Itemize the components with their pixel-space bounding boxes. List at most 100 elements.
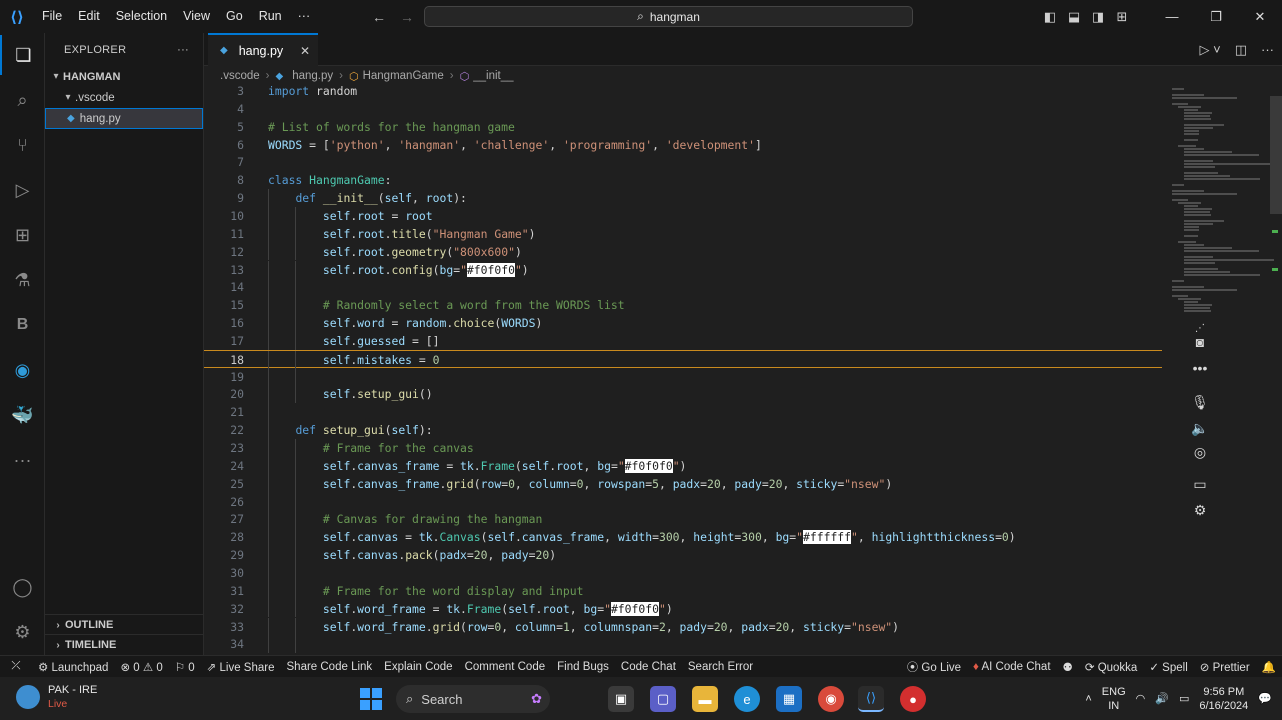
file-hang-py[interactable]: ◆ hang.py (45, 108, 203, 129)
code-line[interactable]: 15 # Randomly select a word from the WORD… (204, 296, 1162, 315)
status-extension-icon[interactable]: ⚉ (1057, 660, 1079, 674)
code-line[interactable]: 7 (204, 153, 1162, 171)
recorder-more-icon[interactable]: ••• (1186, 356, 1214, 380)
file-explorer-icon[interactable]: ▬ (692, 686, 718, 712)
code-line[interactable]: 22 def setup_gui(self): (204, 421, 1162, 439)
extensions-icon[interactable]: ⊞ (0, 215, 45, 255)
language-indicator[interactable]: ENG IN (1102, 685, 1126, 713)
code-line[interactable]: 25 self.canvas_frame.grid(row=0, column=0… (204, 474, 1162, 493)
status-problems[interactable]: ⊗ 0 ⚠ 0 (114, 660, 168, 674)
code-line[interactable]: 3 import random (204, 86, 1162, 100)
code-line[interactable]: 11 self.root.title("Hangman Game") (204, 224, 1162, 243)
close-window-icon[interactable]: ✕ (1238, 0, 1282, 33)
weather-widget[interactable]: PAK - IRE Live (16, 683, 97, 711)
outline-section[interactable]: › OUTLINE (45, 614, 204, 635)
menu-item-1[interactable]: Edit (70, 0, 108, 33)
close-tab-icon[interactable]: ✕ (300, 44, 310, 58)
editor-scrollbar[interactable] (1270, 96, 1282, 214)
toggle-panel-icon[interactable]: ⬓ (1062, 0, 1086, 33)
code-line[interactable]: 16 self.word = random.choice(WORDS) (204, 314, 1162, 332)
accounts-icon[interactable]: ◯ (0, 567, 45, 607)
edge-browser-icon[interactable]: e (734, 686, 760, 712)
microphone-icon[interactable]: 🎙 (1186, 390, 1214, 414)
minimize-icon[interactable]: — (1150, 0, 1194, 33)
code-line[interactable]: 4 (204, 100, 1162, 118)
editor-more-icon[interactable]: ··· (1261, 42, 1274, 57)
windows-start-icon[interactable] (360, 688, 382, 710)
code-line[interactable]: 34 (204, 635, 1162, 654)
code-line[interactable]: 21 (204, 403, 1162, 422)
camera-icon[interactable]: ◙ (1186, 330, 1214, 354)
code-editor[interactable]: 3 import random 4 5 # List of words for the … (204, 86, 1162, 655)
status-prettier[interactable]: ⊘ Prettier (1194, 660, 1256, 674)
menu-item-3[interactable]: View (175, 0, 218, 33)
folder-vscode[interactable]: ▾ .vscode (45, 87, 203, 108)
breadcrumb-class[interactable]: HangmanGame (363, 70, 444, 82)
menu-item-4[interactable]: Go (218, 0, 251, 33)
code-line[interactable]: 26 (204, 492, 1162, 511)
source-control-icon[interactable]: ⑂ (0, 125, 45, 165)
code-line[interactable]: 28 self.canvas = tk.Canvas(self.canvas_fr… (204, 528, 1162, 547)
forward-arrow-icon[interactable]: → (400, 9, 414, 25)
code-line[interactable]: 5 # List of words for the hangman game (204, 118, 1162, 136)
code-line[interactable]: 17 self.guessed = [] (204, 331, 1162, 350)
code-line[interactable]: 31 # Frame for the word display and input (204, 581, 1162, 600)
chat-meet-icon[interactable]: ▢ (650, 686, 676, 712)
code-line[interactable]: 13 self.root.config(bg="#f0f0f0") (204, 260, 1162, 279)
taskbar-search[interactable]: ⌕ Search ✿ (396, 685, 550, 713)
code-line[interactable]: 6 WORDS = ['python', 'hangman', 'challeng… (204, 136, 1162, 154)
split-editor-icon[interactable]: ◫ (1235, 42, 1247, 58)
testing-flask-icon[interactable]: ⚗ (0, 260, 45, 300)
run-file-icon[interactable]: ▷ ˅ (1200, 42, 1221, 58)
speaker-icon[interactable]: 🔈 (1186, 416, 1214, 440)
status-share-code-link[interactable]: Share Code Link (281, 661, 379, 673)
breadcrumb-method[interactable]: __init__ (473, 70, 513, 82)
wifi-icon[interactable]: ◠ (1136, 692, 1146, 705)
status-launchpad[interactable]: ⚙ Launchpad (32, 660, 114, 674)
customize-layout-icon[interactable]: ⊞ (1110, 0, 1134, 33)
status-code-chat[interactable]: Code Chat (615, 661, 682, 673)
code-line[interactable]: 24 self.canvas_frame = tk.Frame(self.root… (204, 456, 1162, 475)
status-find-bugs[interactable]: Find Bugs (551, 661, 615, 673)
webcam-icon[interactable]: ◎ (1186, 440, 1214, 464)
code-line[interactable]: 8 class HangmanGame: (204, 171, 1162, 189)
notification-center-icon[interactable]: 💬 (1258, 692, 1272, 705)
docker-whale-icon[interactable]: 🐳 (0, 395, 45, 435)
timeline-section[interactable]: › TIMELINE (45, 634, 204, 655)
menu-item-5[interactable]: Run (251, 0, 290, 33)
code-line[interactable]: 18 self.mistakes = 0 (204, 349, 1162, 369)
status-go-live[interactable]: ⦿ Go Live (901, 659, 967, 675)
battery-icon[interactable]: ▭ (1179, 692, 1189, 705)
more-views-icon[interactable]: ··· (0, 440, 45, 480)
toggle-secondary-sidebar-icon[interactable]: ◨ (1086, 0, 1110, 33)
manage-gear-icon[interactable]: ⚙ (0, 612, 45, 652)
code-line[interactable]: 30 (204, 563, 1162, 582)
tab-hang-py[interactable]: ◆ hang.py ✕ (208, 33, 318, 66)
code-line[interactable]: 9 def __init__(self, root): (204, 189, 1162, 207)
explorer-icon[interactable]: ❏ (0, 35, 45, 75)
status-live-share[interactable]: ⇗ Live Share (201, 660, 281, 674)
code-line[interactable]: 32 self.word_frame = tk.Frame(self.root, … (204, 599, 1162, 618)
breadcrumb-file[interactable]: hang.py (292, 70, 333, 82)
back-arrow-icon[interactable]: ← (372, 9, 386, 25)
code-line[interactable]: 33 self.word_frame.grid(row=0, column=1, … (204, 617, 1162, 636)
store-icon[interactable]: ▦ (776, 686, 802, 712)
explorer-more-icon[interactable]: ··· (177, 44, 189, 56)
code-line[interactable]: 27 # Canvas for drawing the hangman (204, 510, 1162, 529)
status-explain-code[interactable]: Explain Code (378, 661, 458, 673)
restore-icon[interactable]: ❐ (1194, 0, 1238, 33)
screen-window-icon[interactable]: ▭ (1186, 472, 1214, 496)
tray-overflow-icon[interactable]: ˄ (1085, 693, 1091, 705)
task-view-icon[interactable]: ▣ (608, 686, 634, 712)
toggle-primary-sidebar-icon[interactable]: ◧ (1038, 0, 1062, 33)
code-line[interactable]: 10 self.root = root (204, 206, 1162, 225)
menu-item-6[interactable]: ··· (290, 0, 319, 33)
recorder-settings-icon[interactable]: ⚙ (1186, 498, 1214, 522)
command-center-search[interactable]: ⌕ hangman (424, 6, 913, 27)
bold-b-extension-icon[interactable]: B (0, 305, 45, 345)
status-quokka[interactable]: ⟳ Quokka (1079, 660, 1143, 674)
remote-indicator-icon[interactable]: ⤫ (0, 660, 32, 673)
code-line[interactable]: 29 self.canvas.pack(padx=20, pady=20) (204, 546, 1162, 564)
code-line[interactable]: 23 # Frame for the canvas (204, 439, 1162, 457)
vscode-taskbar-icon[interactable]: ⟨⟩ (858, 686, 884, 712)
